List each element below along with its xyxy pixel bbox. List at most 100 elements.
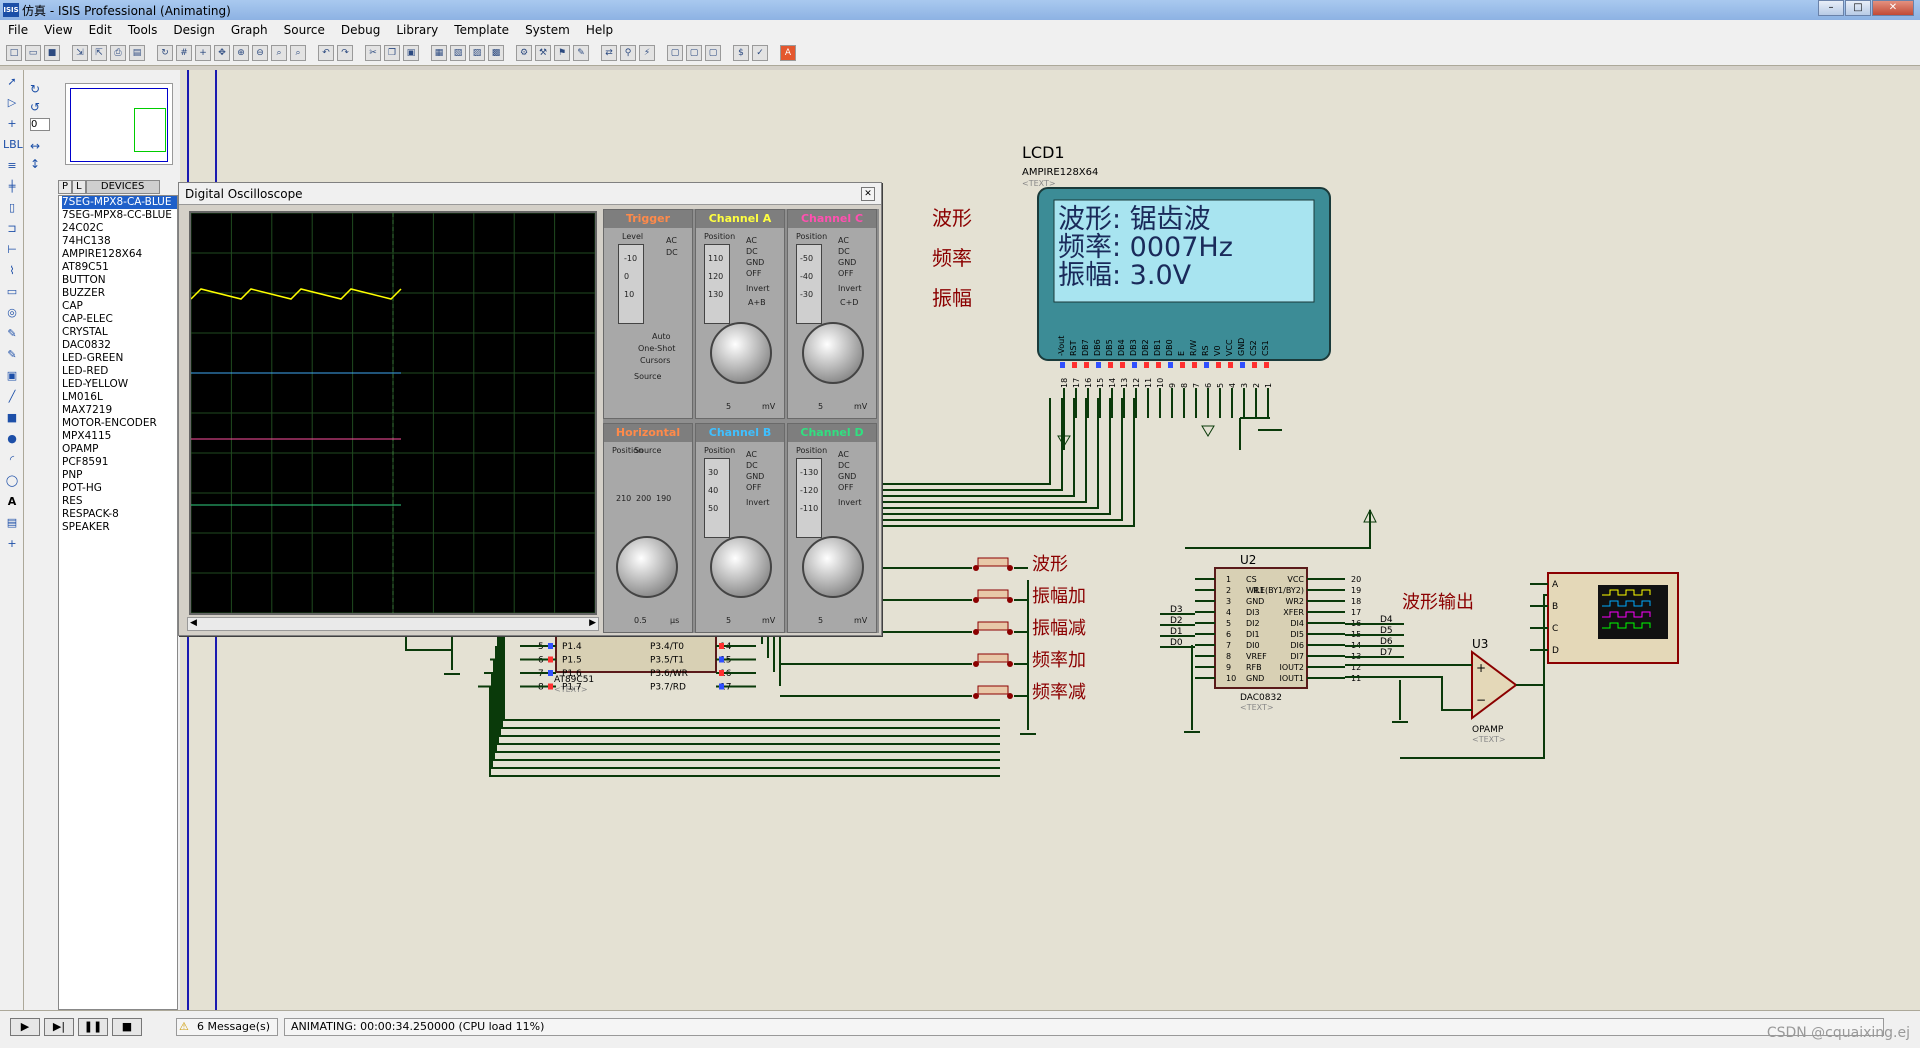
device-list-item[interactable]: LED-RED: [62, 365, 177, 378]
rotate-ccw-icon[interactable]: ↺: [30, 100, 50, 114]
copy-icon[interactable]: ❐: [384, 44, 400, 61]
marker-icon[interactable]: +: [3, 535, 21, 553]
rotation-angle-field[interactable]: 0: [30, 118, 50, 131]
maximize-button[interactable]: □: [1845, 0, 1871, 16]
search-tag-icon[interactable]: ⚲: [620, 44, 636, 61]
terminals-icon[interactable]: ⊐: [3, 220, 21, 238]
coupling-option[interactable]: GND: [746, 258, 764, 267]
trigger-cursors[interactable]: Cursors: [640, 356, 670, 365]
print-icon[interactable]: ⎙: [110, 44, 126, 61]
coupling-option[interactable]: AC: [838, 450, 849, 459]
device-list-item[interactable]: MPX4115: [62, 430, 177, 443]
sum-option[interactable]: A+B: [748, 298, 766, 307]
coupling-option[interactable]: DC: [838, 461, 850, 470]
coupling-option[interactable]: DC: [746, 247, 758, 256]
device-list-item[interactable]: AMPIRE128X64: [62, 248, 177, 261]
invert-option[interactable]: Invert: [746, 284, 770, 293]
pushbutton-1[interactable]: [977, 557, 1009, 567]
coupling-option[interactable]: DC: [746, 461, 758, 470]
device-list-item[interactable]: LED-GREEN: [62, 352, 177, 365]
exit-to-parent-icon[interactable]: ▢: [705, 44, 721, 61]
device-list-item[interactable]: 24C02C: [62, 222, 177, 235]
line-icon[interactable]: ╱: [3, 388, 21, 406]
menu-graph[interactable]: Graph: [223, 23, 276, 37]
coupling-option[interactable]: GND: [838, 472, 856, 481]
invert-option[interactable]: Invert: [746, 498, 770, 507]
pick-device-tab[interactable]: P: [58, 180, 73, 194]
cut-icon[interactable]: ✂: [365, 44, 381, 61]
stop-button[interactable]: ■: [112, 1018, 142, 1036]
device-list-item[interactable]: AT89C51: [62, 261, 177, 274]
grid-icon[interactable]: #: [176, 44, 192, 61]
menu-design[interactable]: Design: [165, 23, 222, 37]
text-script-icon[interactable]: ≡: [3, 157, 21, 175]
device-list-item[interactable]: LM016L: [62, 391, 177, 404]
menu-edit[interactable]: Edit: [81, 23, 120, 37]
paste-icon[interactable]: ▣: [403, 44, 419, 61]
coupling-option[interactable]: AC: [746, 450, 757, 459]
device-list-item[interactable]: MAX7219: [62, 404, 177, 417]
pause-button[interactable]: ❚❚: [78, 1018, 108, 1036]
pushbutton-4[interactable]: [977, 653, 1009, 663]
menu-view[interactable]: View: [36, 23, 80, 37]
coupling-option[interactable]: OFF: [838, 483, 854, 492]
wire-label-icon[interactable]: LBL: [3, 136, 23, 154]
trigger-auto[interactable]: Auto: [652, 332, 671, 341]
menu-tools[interactable]: Tools: [120, 23, 166, 37]
mirror-vertical-icon[interactable]: ↕: [30, 157, 50, 171]
coupling-option[interactable]: AC: [746, 236, 757, 245]
device-list-item[interactable]: PNP: [62, 469, 177, 482]
device-list-item[interactable]: 7SEG-MPX8-CC-BLUE: [62, 209, 177, 222]
scroll-left-icon[interactable]: ◀: [190, 618, 197, 628]
menu-help[interactable]: Help: [578, 23, 621, 37]
scope-scrollbar[interactable]: ◀ ▶: [187, 617, 599, 631]
sum-option[interactable]: C+D: [840, 298, 858, 307]
import-icon[interactable]: ⇲: [72, 44, 88, 61]
device-list-item[interactable]: PCF8591: [62, 456, 177, 469]
path-icon[interactable]: ◯: [3, 472, 21, 490]
menu-template[interactable]: Template: [446, 23, 517, 37]
coupling-option[interactable]: DC: [838, 247, 850, 256]
circle-icon[interactable]: ●: [3, 430, 21, 448]
step-button[interactable]: ▶|: [44, 1018, 74, 1036]
mirror-horizontal-icon[interactable]: ↔: [30, 139, 50, 153]
current-probe-icon[interactable]: ✎: [3, 346, 21, 364]
device-list-item[interactable]: RESPACK-8: [62, 508, 177, 521]
messages-indicator[interactable]: ⚠ 6 Message(s): [176, 1018, 278, 1036]
block-rotate-icon[interactable]: ▨: [469, 44, 485, 61]
bus-icon[interactable]: ╪: [3, 178, 21, 196]
netlist-to-ares-icon[interactable]: A: [780, 44, 796, 61]
coupling-option[interactable]: AC: [838, 236, 849, 245]
device-pins-icon[interactable]: ⊢: [3, 241, 21, 259]
trigger-ac[interactable]: AC: [666, 236, 677, 245]
redraw-icon[interactable]: ↻: [157, 44, 173, 61]
device-list-item[interactable]: LED-YELLOW: [62, 378, 177, 391]
make-device-icon[interactable]: ⚒: [535, 44, 551, 61]
device-list-item[interactable]: CRYSTAL: [62, 326, 177, 339]
coupling-option[interactable]: GND: [746, 472, 764, 481]
menu-debug[interactable]: Debug: [333, 23, 388, 37]
component-mode-icon[interactable]: ▷: [3, 94, 21, 112]
trigger-oneshot[interactable]: One-Shot: [638, 344, 675, 353]
coupling-option[interactable]: OFF: [746, 269, 762, 278]
library-tab[interactable]: L: [72, 180, 86, 194]
block-move-icon[interactable]: ▧: [450, 44, 466, 61]
menu-file[interactable]: File: [0, 23, 36, 37]
volts-div-knob[interactable]: [802, 322, 864, 384]
generator-icon[interactable]: ◎: [3, 304, 21, 322]
device-list-item[interactable]: CAP: [62, 300, 177, 313]
device-list-item[interactable]: SPEAKER: [62, 521, 177, 534]
device-list-item[interactable]: BUZZER: [62, 287, 177, 300]
rotate-cw-icon[interactable]: ↻: [30, 82, 50, 96]
subcircuit-icon[interactable]: ▯: [3, 199, 21, 217]
print-area-icon[interactable]: ▤: [129, 44, 145, 61]
timebase-knob[interactable]: [616, 536, 678, 598]
device-list-item[interactable]: DAC0832: [62, 339, 177, 352]
zoom-area-icon[interactable]: ⌕: [290, 44, 306, 61]
decompose-icon[interactable]: ✎: [573, 44, 589, 61]
oscilloscope-close-icon[interactable]: ✕: [861, 187, 875, 201]
save-icon[interactable]: ■: [44, 44, 60, 61]
electrical-rules-icon[interactable]: ✓: [752, 44, 768, 61]
selection-mode-icon[interactable]: ➚: [3, 73, 21, 91]
invert-option[interactable]: Invert: [838, 284, 862, 293]
